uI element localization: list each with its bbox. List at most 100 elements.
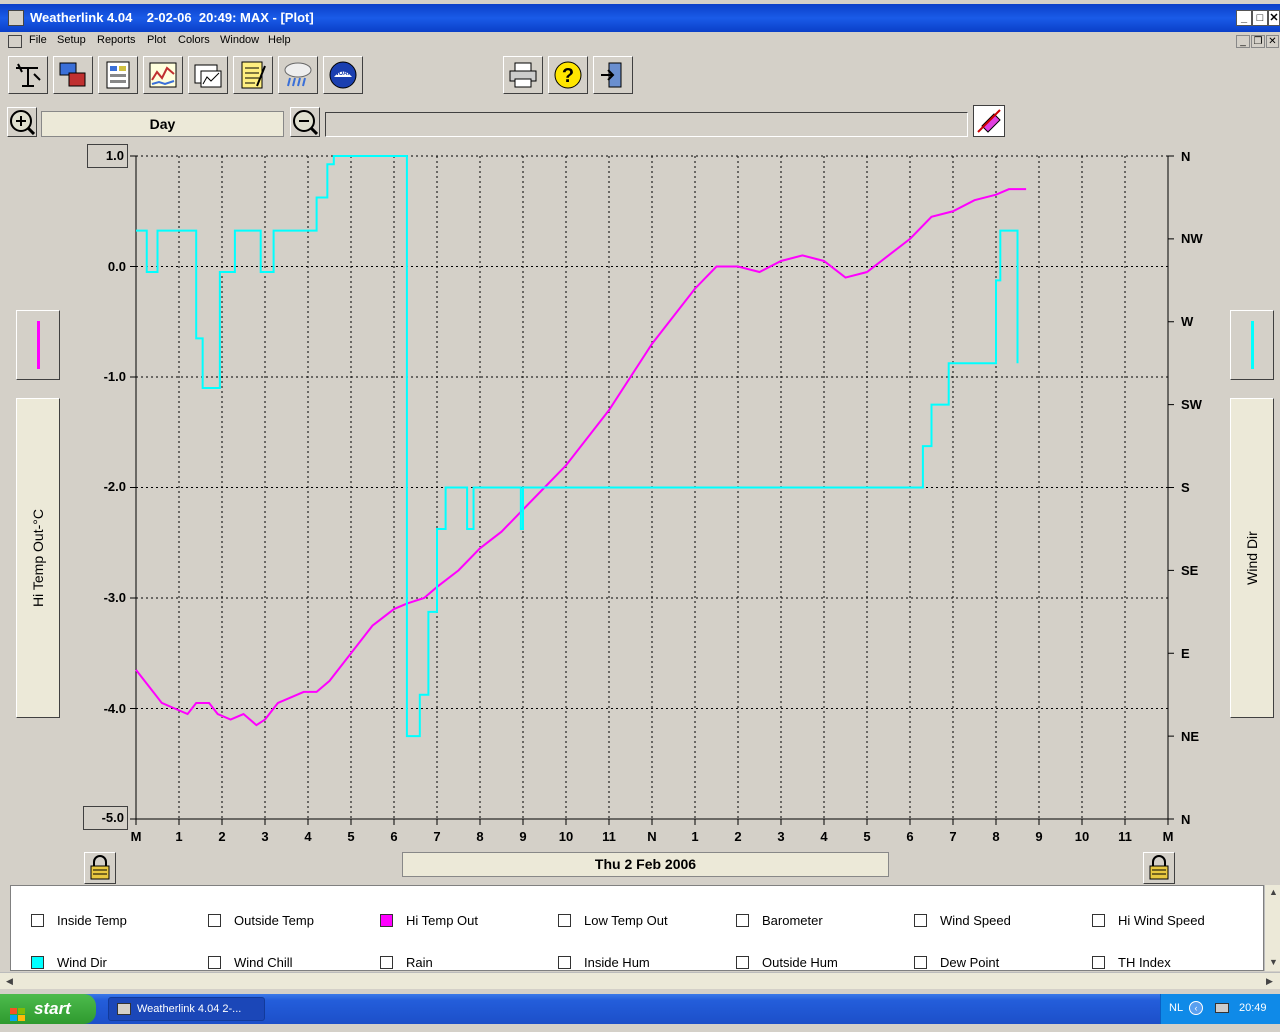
legend-item[interactable]: Hi Temp Out [380, 913, 478, 928]
legend-item[interactable]: Dew Point [914, 955, 999, 970]
app-icon[interactable] [8, 10, 24, 26]
svg-text:?: ? [562, 65, 574, 87]
legend-checkbox[interactable] [736, 956, 749, 969]
right-lock-button[interactable] [1143, 852, 1175, 884]
legend-item[interactable]: Wind Dir [31, 955, 107, 970]
date-label[interactable]: Thu 2 Feb 2006 [402, 852, 889, 877]
exit-button[interactable] [593, 56, 633, 94]
notes-icon [241, 61, 266, 89]
bulletin-icon [106, 61, 130, 89]
legend-checkbox[interactable] [380, 956, 393, 969]
right-series-swatch[interactable] [1230, 310, 1274, 380]
windows-logo-icon [10, 1002, 26, 1021]
mdi-minimize-icon[interactable]: _ [1236, 35, 1250, 48]
range-bar[interactable] [325, 112, 968, 137]
legend-item[interactable]: Hi Wind Speed [1092, 913, 1205, 928]
legend-checkbox[interactable] [558, 914, 571, 927]
legend-item[interactable]: Inside Temp [31, 913, 127, 928]
legend-label: Dew Point [940, 955, 1000, 970]
help-button[interactable]: ? [548, 56, 588, 94]
scroll-right-icon[interactable]: ▶ [1266, 976, 1273, 987]
mdi-close-icon[interactable]: ✕ [1266, 35, 1279, 48]
zoom-out-button[interactable] [290, 107, 320, 137]
weather-button[interactable] [278, 56, 318, 94]
legend-checkbox[interactable] [31, 914, 44, 927]
legend-checkbox[interactable] [31, 956, 44, 969]
menu-reports[interactable]: Reports [97, 34, 136, 46]
doc-icon[interactable] [8, 35, 22, 48]
legend-item[interactable]: TH Index [1092, 955, 1171, 970]
y-tick-label: -1.0 [103, 369, 126, 384]
legend-checkbox[interactable] [208, 914, 221, 927]
start-button[interactable]: start [0, 994, 96, 1024]
left-axis-selector[interactable]: Hi Temp Out-°C [16, 398, 60, 718]
legend-item[interactable]: Inside Hum [558, 955, 650, 970]
legend-checkbox[interactable] [1092, 956, 1105, 969]
left-series-swatch[interactable] [16, 310, 60, 380]
scroll-up-icon[interactable]: ▲ [1269, 887, 1278, 897]
scroll-left-icon[interactable]: ◀ [6, 976, 13, 987]
legend-item[interactable]: Wind Chill [208, 955, 293, 970]
legend-checkbox[interactable] [914, 914, 927, 927]
legend-label: Barometer [762, 913, 823, 928]
y-max-box[interactable]: 1.0 [87, 144, 128, 168]
legend-checkbox[interactable] [558, 956, 571, 969]
mdi-restore-icon[interactable]: ❐ [1251, 35, 1265, 48]
y-tick-label: -3.0 [103, 590, 126, 605]
graph-icon [194, 64, 222, 88]
legend-checkbox[interactable] [1092, 914, 1105, 927]
network-icon[interactable] [1215, 1003, 1229, 1013]
menu-plot[interactable]: Plot [147, 34, 166, 46]
station-button[interactable] [8, 56, 48, 94]
zoom-out-icon [293, 110, 318, 135]
legend-checkbox[interactable] [208, 956, 221, 969]
menu-window[interactable]: Window [220, 34, 259, 46]
bulletin-button[interactable] [98, 56, 138, 94]
vertical-scrollbar[interactable]: ▲ ▼ [1264, 885, 1280, 971]
legend-item[interactable]: Low Temp Out [558, 913, 668, 928]
legend-item[interactable]: Barometer [736, 913, 823, 928]
y-tick-label: -4.0 [103, 701, 126, 716]
right-axis-selector[interactable]: Wind Dir [1230, 398, 1274, 718]
y-min-box[interactable]: -5.0 [83, 806, 128, 830]
menu-file[interactable]: File [29, 34, 47, 46]
tray-expand-icon[interactable]: ‹ [1189, 1001, 1203, 1015]
legend-checkbox[interactable] [914, 956, 927, 969]
language-indicator[interactable]: NL [1169, 1002, 1183, 1014]
x-tick-label: 9 [519, 829, 527, 844]
x-tick-label: 5 [347, 829, 355, 844]
taskbar-window-button[interactable]: Weatherlink 4.04 2-... [108, 997, 265, 1021]
horizontal-scrollbar[interactable]: ◀ ▶ [0, 972, 1280, 989]
legend-item[interactable]: Wind Speed [914, 913, 1011, 928]
legend-item[interactable]: Rain [380, 955, 433, 970]
x-tick-label: 4 [820, 829, 828, 844]
minimize-icon[interactable]: _ [1236, 10, 1252, 26]
legend-checkbox[interactable] [736, 914, 749, 927]
zoom-in-icon [10, 110, 35, 135]
legend-checkbox[interactable] [380, 914, 393, 927]
menu-colors[interactable]: Colors [178, 34, 210, 46]
strip-chart-button[interactable] [143, 56, 183, 94]
noaa-button[interactable]: NOAA [323, 56, 363, 94]
menu-help[interactable]: Help [268, 34, 291, 46]
left-lock-button[interactable] [84, 852, 116, 884]
zoom-in-button[interactable] [7, 107, 37, 137]
start-label: start [34, 999, 71, 1018]
menu-setup[interactable]: Setup [57, 34, 86, 46]
graph-button[interactable] [188, 56, 228, 94]
notes-button[interactable] [233, 56, 273, 94]
y-tick-label: -2.0 [103, 479, 126, 494]
lock-icon [1149, 855, 1169, 880]
maximize-icon[interactable]: □ [1252, 10, 1268, 26]
legend-item[interactable]: Outside Hum [736, 955, 838, 970]
noaa-icon: NOAA [329, 61, 357, 89]
period-selector[interactable]: Day [41, 111, 284, 137]
legend-item[interactable]: Outside Temp [208, 913, 314, 928]
download-button[interactable] [53, 56, 93, 94]
scroll-down-icon[interactable]: ▼ [1269, 957, 1278, 967]
x-tick-label: 1 [691, 829, 699, 844]
print-button[interactable] [503, 56, 543, 94]
y2-tick-label: SW [1181, 397, 1202, 412]
close-icon[interactable]: ✕ [1268, 10, 1280, 26]
erase-button[interactable] [973, 105, 1005, 137]
